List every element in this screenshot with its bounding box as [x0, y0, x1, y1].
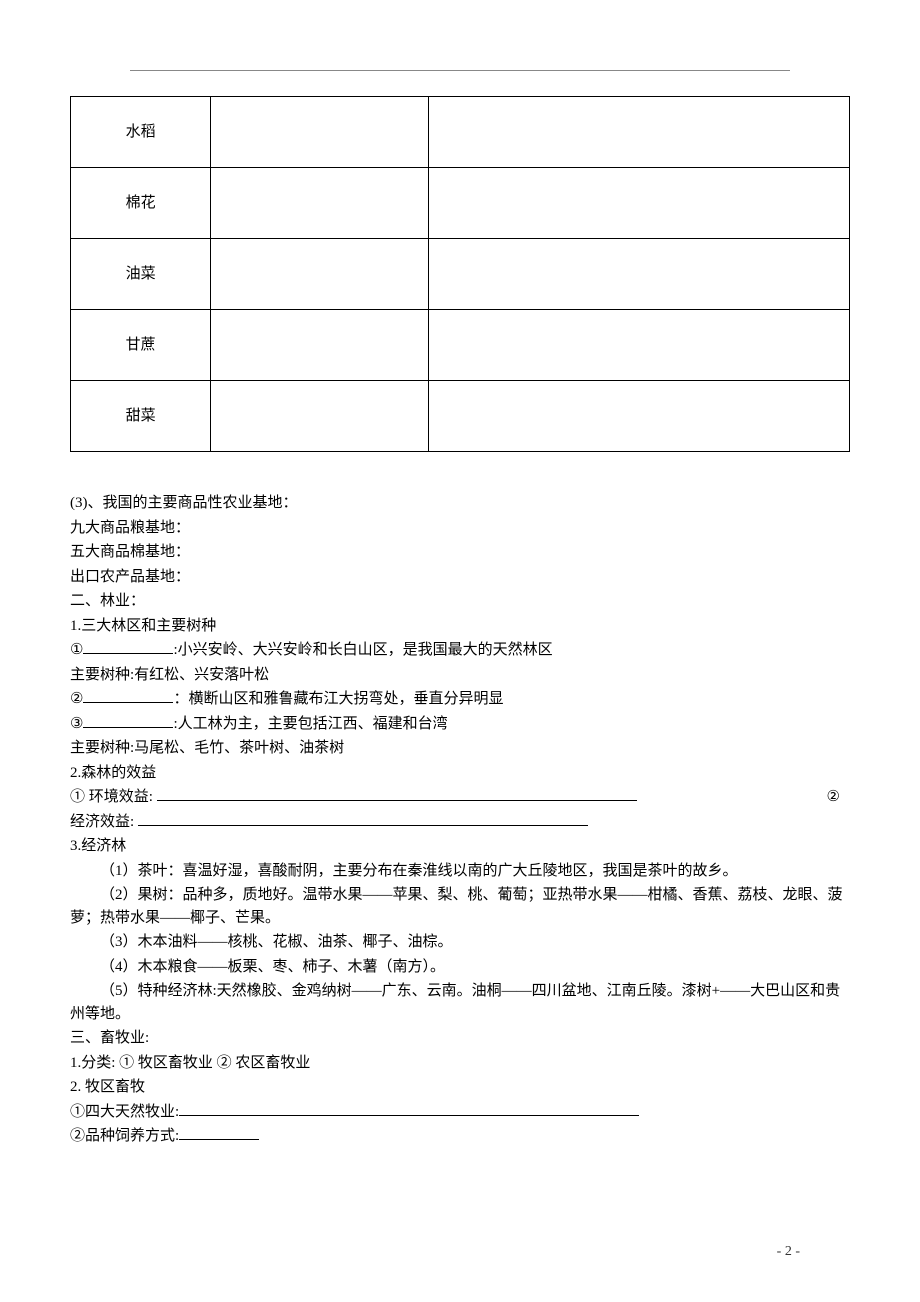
forest-region-2-body: ：横断山区和雅鲁藏布江大拐弯处，垂直分异明显 [173, 691, 503, 707]
fill-blank [83, 727, 173, 728]
pastoral-heading: 2. 牧区畜牧 [70, 1076, 850, 1099]
fill-blank [179, 1115, 639, 1116]
table-cell [429, 97, 850, 168]
forest-region-3: ③ :人工林为主，主要包括江西、福建和台湾 [70, 713, 850, 736]
econ-forest-4: （4）木本粮食——板栗、枣、柿子、木薯（南方）。 [70, 956, 850, 979]
economic-forest-heading: 3.经济林 [70, 835, 850, 858]
crop-label: 棉花 [71, 168, 211, 239]
crop-label: 水稻 [71, 97, 211, 168]
econ-benefit-label: 经济效益: [70, 814, 138, 830]
crop-label: 甘蔗 [71, 310, 211, 381]
forest-region-2: ② ：横断山区和雅鲁藏布江大拐弯处，垂直分异明显 [70, 688, 850, 711]
econ-forest-1: （1）茶叶：喜温好湿，喜酸耐阴，主要分布在秦淮线以南的广大丘陵地区，我国是茶叶的… [70, 860, 850, 883]
table-row: 水稻 [71, 97, 850, 168]
crop-label: 油菜 [71, 239, 211, 310]
econ-forest-5: （5）特种经济林:天然橡胶、金鸡纳树——广东、云南。油桐——四川盆地、江南丘陵。… [70, 980, 850, 1025]
table-cell [429, 239, 850, 310]
forest-regions-heading: 1.三大林区和主要树种 [70, 615, 850, 638]
breeding-line: ②品种饲养方式: [70, 1125, 850, 1148]
pastures-line: ①四大天然牧业: [70, 1101, 850, 1124]
table-cell [211, 381, 429, 452]
fill-blank [83, 653, 173, 654]
enum-3: ③ [70, 716, 83, 732]
forest-region-3-trees: 主要树种:马尾松、毛竹、茶叶树、油茶树 [70, 737, 850, 760]
table-cell [211, 310, 429, 381]
husbandry-classification: 1.分类: ① 牧区畜牧业 ② 农区畜牧业 [70, 1052, 850, 1075]
header-divider [130, 70, 790, 71]
table-cell [211, 168, 429, 239]
forest-benefits-heading: 2.森林的效益 [70, 762, 850, 785]
econ-benefit-line: 经济效益: [70, 811, 850, 834]
cotton-bases-line: 五大商品棉基地： [70, 541, 850, 564]
fill-blank [157, 800, 637, 801]
fill-blank [138, 825, 588, 826]
breeding-label: ②品种饲养方式: [70, 1128, 179, 1144]
crops-table: 水稻 棉花 油菜 甘蔗 甜菜 [70, 96, 850, 452]
husbandry-heading: 三、畜牧业: [70, 1027, 850, 1050]
env-benefit-line: ① 环境效益: ② [70, 786, 850, 809]
table-cell [429, 168, 850, 239]
forest-region-1: ① :小兴安岭、大兴安岭和长白山区，是我国最大的天然林区 [70, 639, 850, 662]
forest-region-1-body: :小兴安岭、大兴安岭和长白山区，是我国最大的天然林区 [173, 642, 552, 658]
table-cell [429, 381, 850, 452]
econ-forest-3: （3）木本油料——核桃、花椒、油茶、椰子、油棕。 [70, 931, 850, 954]
econ-forest-2: （2）果树：品种多，质地好。温带水果——苹果、梨、桃、葡萄；亚热带水果——柑橘、… [70, 884, 850, 929]
table-row: 甜菜 [71, 381, 850, 452]
forest-region-3-body: :人工林为主，主要包括江西、福建和台湾 [173, 716, 447, 732]
forest-region-1-trees: 主要树种:有红松、兴安落叶松 [70, 664, 850, 687]
page-number: - 2 - [777, 1241, 800, 1262]
table-cell [211, 97, 429, 168]
table-cell [211, 239, 429, 310]
export-bases-line: 出口农产品基地： [70, 566, 850, 589]
enum-1: ① [70, 642, 83, 658]
pastures-label: ①四大天然牧业: [70, 1104, 179, 1120]
fill-blank [83, 702, 173, 703]
section3-title: (3)、我国的主要商品性农业基地： [70, 492, 850, 515]
fill-blank [179, 1139, 259, 1140]
crop-label: 甜菜 [71, 381, 211, 452]
enum-2: ② [70, 691, 83, 707]
table-cell [429, 310, 850, 381]
forestry-heading: 二、林业： [70, 590, 850, 613]
table-row: 棉花 [71, 168, 850, 239]
table-row: 油菜 [71, 239, 850, 310]
env-benefit-label: ① 环境效益: [70, 789, 157, 805]
enum-2-right: ② [827, 786, 840, 809]
grain-bases-line: 九大商品粮基地： [70, 517, 850, 540]
table-row: 甘蔗 [71, 310, 850, 381]
